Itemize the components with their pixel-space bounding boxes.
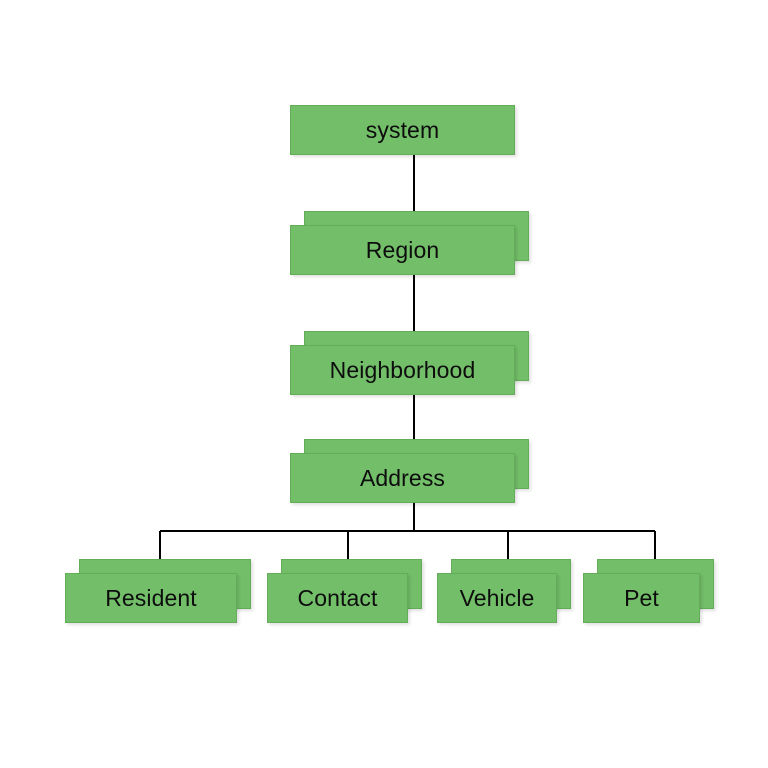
node-contact-box[interactable]: Contact [267, 573, 408, 623]
node-resident-box[interactable]: Resident [65, 573, 237, 623]
node-pet-box[interactable]: Pet [583, 573, 700, 623]
node-region-label: Region [365, 236, 440, 263]
diagram-canvas: system Region Neighborhood Address Resident C… [0, 0, 768, 768]
node-system-label: system [365, 116, 440, 143]
node-address-label: Address [359, 464, 446, 491]
node-region-box[interactable]: Region [290, 225, 515, 275]
node-address-box[interactable]: Address [290, 453, 515, 503]
node-vehicle-box[interactable]: Vehicle [437, 573, 557, 623]
node-system-box[interactable]: system [290, 105, 515, 155]
node-neighborhood-label: Neighborhood [329, 356, 476, 383]
node-neighborhood-box[interactable]: Neighborhood [290, 345, 515, 395]
node-contact-label: Contact [297, 584, 378, 611]
node-vehicle-label: Vehicle [459, 584, 535, 611]
node-resident-label: Resident [105, 584, 197, 611]
node-pet-label: Pet [624, 584, 659, 611]
